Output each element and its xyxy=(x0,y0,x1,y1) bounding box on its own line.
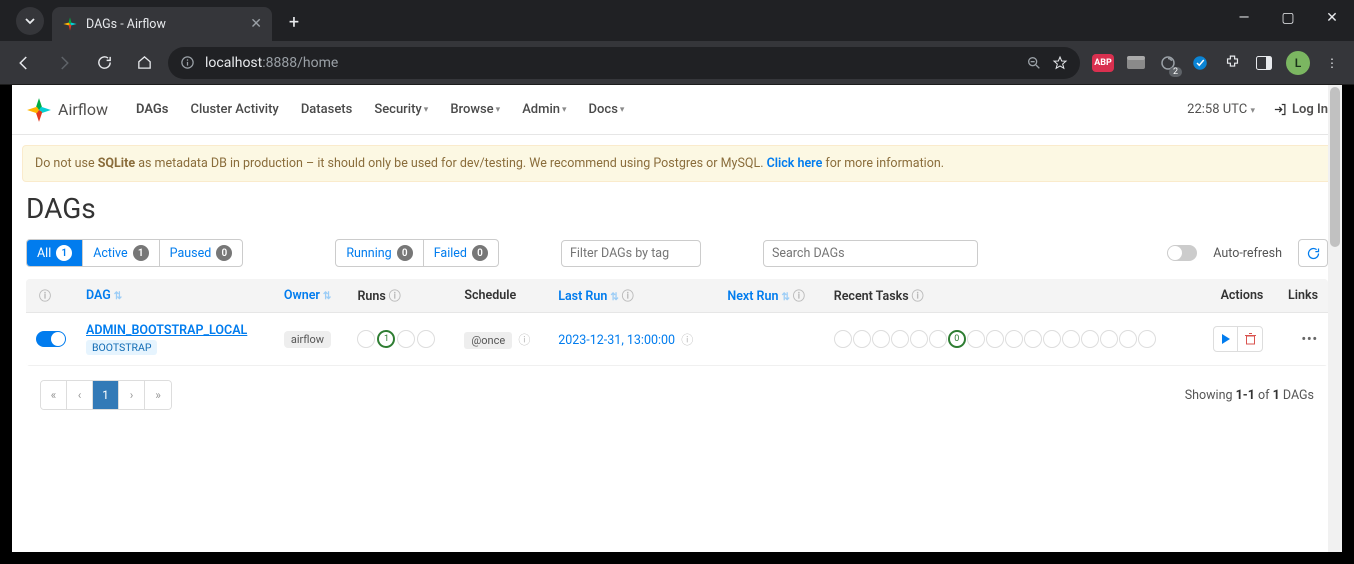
filter-paused[interactable]: Paused0 xyxy=(160,240,243,266)
nav-item-cluster-activity[interactable]: Cluster Activity xyxy=(190,102,278,117)
search-dags-input[interactable] xyxy=(763,240,978,267)
page-›[interactable]: › xyxy=(119,381,145,409)
extension-sync-icon[interactable] xyxy=(1158,53,1178,73)
nav-item-browse[interactable]: Browse▾ xyxy=(450,102,500,117)
filter-active[interactable]: Active1 xyxy=(83,240,159,266)
col-runs: Runsⓘ xyxy=(347,279,454,313)
url-text: localhost:8888/home xyxy=(205,55,338,71)
delete-dag-button[interactable] xyxy=(1238,327,1262,351)
col-schedule: Schedule xyxy=(454,279,548,313)
nav-item-docs[interactable]: Docs▾ xyxy=(589,102,625,117)
extension-wallet-icon[interactable] xyxy=(1126,53,1146,73)
col-next-run[interactable]: Next Run⇅ⓘ xyxy=(717,279,823,313)
dag-pause-toggle[interactable] xyxy=(36,331,66,347)
col-owner[interactable]: Owner⇅ xyxy=(274,279,348,313)
reload-button[interactable] xyxy=(88,47,120,79)
page-»[interactable]: » xyxy=(145,381,171,409)
navbar-time[interactable]: 22:58 UTC ▾ xyxy=(1187,102,1255,117)
extension-shield-icon[interactable] xyxy=(1190,53,1210,73)
extension-abp-icon[interactable]: ABP xyxy=(1092,54,1114,72)
info-icon: ⓘ xyxy=(39,289,51,303)
tab-search-button[interactable] xyxy=(16,7,44,35)
tab-close-button[interactable]: ✕ xyxy=(250,16,262,32)
run-circles[interactable]: 1 xyxy=(357,330,444,348)
tab-title: DAGs - Airflow xyxy=(86,17,242,32)
login-icon xyxy=(1273,102,1288,117)
back-button[interactable] xyxy=(8,47,40,79)
login-button[interactable]: Log In xyxy=(1273,102,1328,117)
info-icon: ⓘ xyxy=(518,333,530,347)
col-recent-tasks: Recent Tasksⓘ xyxy=(824,279,1197,313)
autorefresh-label: Auto-refresh xyxy=(1213,246,1282,261)
filter-running[interactable]: Running0 xyxy=(336,240,423,266)
status-filter-group: All1Active1Paused0 xyxy=(26,239,243,267)
owner-chip[interactable]: airflow xyxy=(284,331,331,348)
col-dag[interactable]: DAG⇅ xyxy=(76,279,274,313)
col-links: Links xyxy=(1273,279,1328,313)
filter-all[interactable]: All1 xyxy=(27,240,83,266)
arrow-right-icon xyxy=(55,54,73,72)
browser-menu-button[interactable]: ⋮ xyxy=(1322,53,1342,73)
page-«[interactable]: « xyxy=(41,381,67,409)
col-last-run[interactable]: Last Run⇅ⓘ xyxy=(548,279,717,313)
home-button[interactable] xyxy=(128,47,160,79)
dags-table: ⓘ DAG⇅ Owner⇅ Runsⓘ Schedule Last Run⇅ⓘ … xyxy=(26,279,1328,366)
more-links-button[interactable]: ••• xyxy=(1302,332,1318,347)
chevron-down-icon xyxy=(24,15,36,27)
page-1[interactable]: 1 xyxy=(93,381,119,409)
forward-button[interactable] xyxy=(48,47,80,79)
info-icon: ⓘ xyxy=(681,333,693,347)
airflow-logo-icon xyxy=(26,97,52,123)
browser-tab[interactable]: DAGs - Airflow ✕ xyxy=(52,7,272,41)
arrow-left-icon xyxy=(15,54,33,72)
profile-avatar[interactable]: L xyxy=(1286,51,1310,75)
nav-item-dags[interactable]: DAGs xyxy=(136,102,168,117)
refresh-button[interactable] xyxy=(1298,239,1328,267)
site-info-icon xyxy=(180,55,195,70)
home-icon xyxy=(136,54,153,71)
filter-tags-input[interactable] xyxy=(561,240,701,267)
table-row: ADMIN_BOOTSTRAP_LOCAL BOOTSTRAP airflow 1 @o… xyxy=(26,313,1328,366)
window-close-button[interactable]: ✕ xyxy=(1310,0,1354,36)
pagination-summary: Showing 1-1 of 1 DAGs xyxy=(1185,388,1314,403)
reload-icon xyxy=(96,54,113,71)
trash-icon xyxy=(1245,333,1256,345)
nav-item-admin[interactable]: Admin▾ xyxy=(522,102,566,117)
refresh-icon xyxy=(1306,246,1321,261)
page-‹[interactable]: ‹ xyxy=(67,381,93,409)
brand-text: Airflow xyxy=(58,100,108,119)
play-icon xyxy=(1221,334,1231,344)
new-tab-button[interactable]: + xyxy=(280,9,308,37)
bookmark-icon[interactable] xyxy=(1052,55,1068,71)
autorefresh-toggle[interactable] xyxy=(1167,245,1197,261)
scrollbar-thumb[interactable] xyxy=(1330,87,1340,247)
address-bar[interactable]: localhost:8888/home xyxy=(168,47,1080,79)
trigger-dag-button[interactable] xyxy=(1214,327,1238,351)
state-filter-group: Running0Failed0 xyxy=(335,239,499,267)
warning-alert: Do not use SQLite as metadata DB in prod… xyxy=(22,145,1332,182)
page-title: DAGs xyxy=(26,192,1328,225)
nav-item-security[interactable]: Security▾ xyxy=(374,102,428,117)
alert-link[interactable]: Click here xyxy=(767,156,823,171)
extensions-button[interactable] xyxy=(1222,53,1242,73)
window-minimize-button[interactable]: ― xyxy=(1222,0,1266,36)
task-circles[interactable]: 0 xyxy=(834,330,1187,348)
pagination: «‹1›» xyxy=(40,380,172,410)
side-panel-button[interactable] xyxy=(1254,53,1274,73)
window-maximize-button[interactable]: ▢ xyxy=(1266,0,1310,36)
nav-item-datasets[interactable]: Datasets xyxy=(301,102,353,117)
last-run-link[interactable]: 2023-12-31, 13:00:00 xyxy=(558,333,675,348)
airflow-navbar: Airflow DAGs Cluster Activity Datasets Secu… xyxy=(12,85,1342,135)
airflow-brand[interactable]: Airflow xyxy=(26,97,108,123)
col-actions: Actions xyxy=(1197,279,1273,313)
dag-tag[interactable]: BOOTSTRAP xyxy=(86,340,157,355)
airflow-favicon-icon xyxy=(62,16,78,32)
schedule-chip[interactable]: @once xyxy=(464,332,512,349)
page-scrollbar[interactable] xyxy=(1328,85,1342,552)
zoom-icon[interactable] xyxy=(1026,55,1042,71)
filter-failed[interactable]: Failed0 xyxy=(424,240,498,266)
dag-link[interactable]: ADMIN_BOOTSTRAP_LOCAL xyxy=(86,323,247,338)
